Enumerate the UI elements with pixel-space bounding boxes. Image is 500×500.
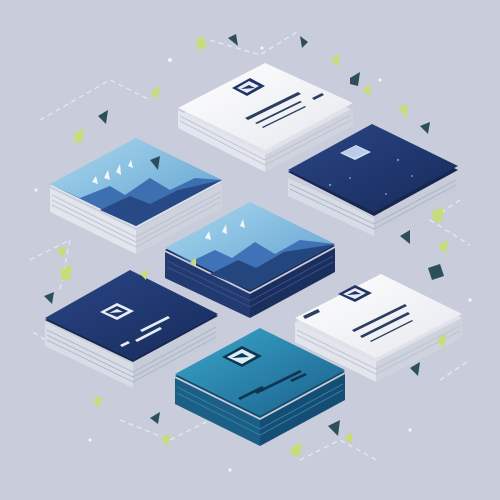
illustration-scene [0, 0, 500, 500]
isometric-cards-illustration [29, 29, 472, 472]
